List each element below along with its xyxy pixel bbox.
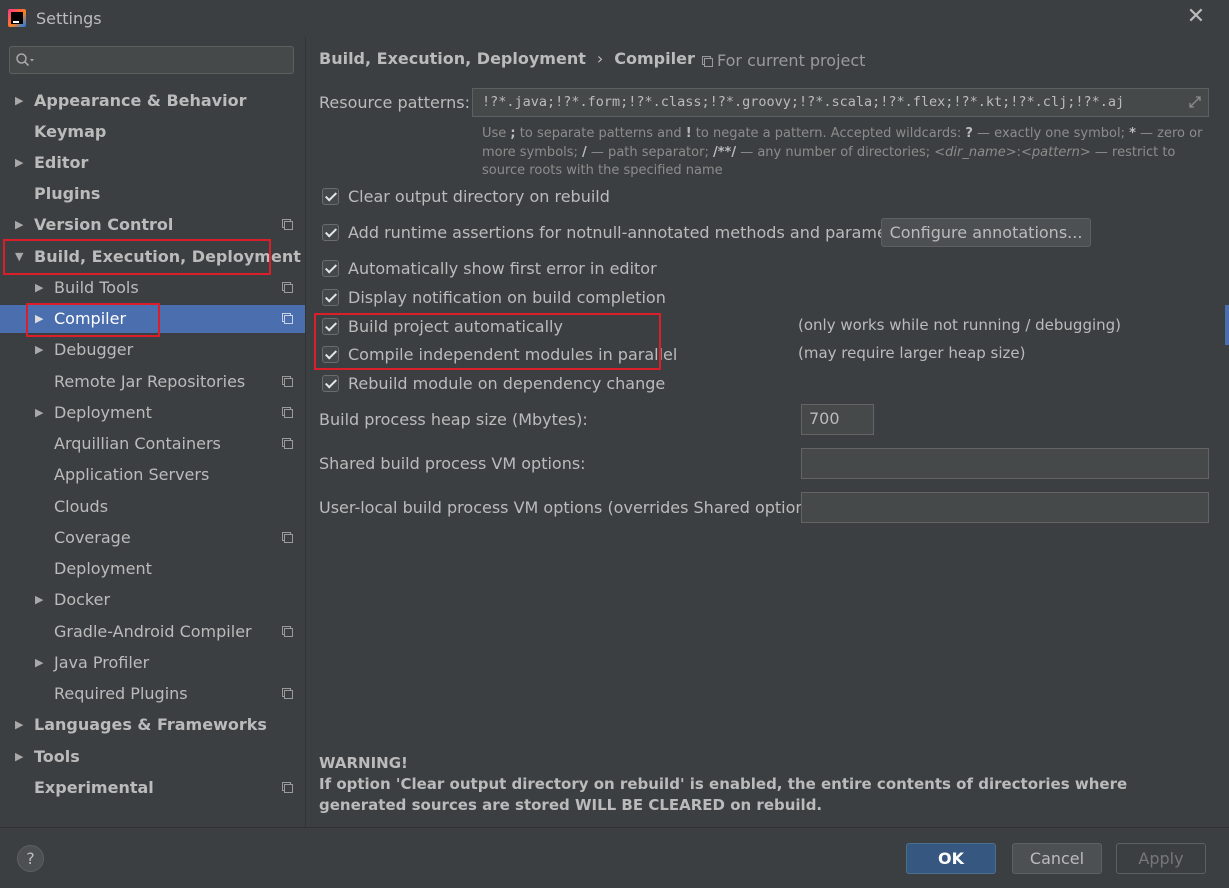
search-input[interactable]: [9, 46, 294, 74]
apply-button[interactable]: Apply: [1116, 843, 1206, 874]
scope-label: For current project: [702, 51, 865, 70]
sidebar-item-languages-frameworks[interactable]: ▶ Languages & Frameworks: [0, 711, 305, 739]
user-vm-options-input[interactable]: [801, 492, 1209, 523]
sidebar-item-arquillian-containers[interactable]: Arquillian Containers: [0, 430, 305, 458]
dialog-footer: ? OK Cancel Apply: [0, 827, 1229, 888]
heap-size-label: Build process heap size (Mbytes):: [319, 410, 588, 429]
project-scope-icon: [282, 407, 293, 418]
project-scope-icon: [282, 438, 293, 449]
chevron-right-icon[interactable]: ▶: [15, 711, 23, 739]
shared-vm-options-label: Shared build process VM options:: [319, 454, 586, 473]
sidebar-item-debugger[interactable]: ▶ Debugger: [0, 336, 305, 364]
configure-annotations-button[interactable]: Configure annotations...: [881, 218, 1091, 247]
checkbox-checked[interactable]: [322, 318, 339, 335]
cancel-button[interactable]: Cancel: [1012, 843, 1102, 874]
heap-size-input[interactable]: 700: [801, 404, 874, 435]
sidebar-item-deployment-2[interactable]: Deployment: [0, 555, 305, 583]
rebuild-on-change-checkbox[interactable]: Rebuild module on dependency change: [322, 373, 665, 395]
ok-button[interactable]: OK: [906, 843, 996, 874]
sidebar-item-keymap[interactable]: Keymap: [0, 118, 305, 146]
sidebar-item-gradle-android-compiler[interactable]: Gradle-Android Compiler: [0, 618, 305, 646]
chevron-right-icon[interactable]: ▶: [35, 399, 43, 427]
project-scope-icon: [282, 219, 293, 230]
clear-output-checkbox[interactable]: Clear output directory on rebuild: [322, 186, 610, 208]
sidebar-item-experimental[interactable]: Experimental: [0, 774, 305, 802]
close-icon[interactable]: ✕: [1185, 6, 1207, 28]
runtime-assertions-checkbox[interactable]: Add runtime assertions for notnull-annot…: [322, 222, 918, 244]
help-icon[interactable]: ?: [17, 845, 44, 872]
chevron-right-icon[interactable]: ▶: [15, 743, 23, 771]
chevron-right-icon[interactable]: ▶: [35, 274, 43, 302]
chevron-right-icon[interactable]: ▶: [35, 336, 43, 364]
sidebar-item-java-profiler[interactable]: ▶ Java Profiler: [0, 649, 305, 677]
project-scope-icon: [702, 56, 713, 67]
project-scope-icon: [282, 313, 293, 324]
breadcrumb-current: Compiler: [614, 49, 695, 68]
checkbox-checked[interactable]: [322, 260, 339, 277]
resource-patterns-hint: Use ; to separate patterns and ! to nega…: [482, 126, 1203, 178]
chevron-right-icon[interactable]: ▶: [15, 149, 23, 177]
sidebar-item-docker[interactable]: ▶ Docker: [0, 586, 305, 614]
chevron-down-icon[interactable]: ▼: [15, 243, 23, 271]
sidebar-item-plugins[interactable]: Plugins: [0, 180, 305, 208]
project-scope-icon: [282, 626, 293, 637]
chevron-right-icon[interactable]: ▶: [15, 87, 23, 115]
sidebar-item-compiler[interactable]: ▶ Compiler: [0, 305, 305, 333]
display-notification-checkbox[interactable]: Display notification on build completion: [322, 287, 666, 309]
sidebar-item-appearance-behavior[interactable]: ▶ Appearance & Behavior: [0, 87, 305, 115]
chevron-right-icon[interactable]: ▶: [35, 305, 43, 333]
sidebar-item-build-execution-deployment[interactable]: ▼ Build, Execution, Deployment: [0, 243, 305, 271]
breadcrumb-separator: ›: [596, 49, 604, 68]
project-scope-icon: [282, 376, 293, 387]
checkbox-checked[interactable]: [322, 346, 339, 363]
settings-sidebar: ▶ Appearance & Behavior Keymap ▶ Editor …: [0, 37, 305, 827]
compiler-settings-panel: Build, Execution, Deployment › Compiler Fo…: [306, 37, 1229, 827]
search-icon: [16, 53, 34, 67]
chevron-right-icon[interactable]: ▶: [35, 586, 43, 614]
warning-message: WARNING! If option 'Clear output directo…: [319, 753, 1219, 816]
chevron-right-icon[interactable]: ▶: [35, 649, 43, 677]
breadcrumb: Build, Execution, Deployment › Compiler: [319, 49, 695, 68]
compile-parallel-checkbox[interactable]: Compile independent modules in parallel: [322, 344, 677, 366]
scroll-indicator: [1225, 305, 1229, 345]
sidebar-item-deployment[interactable]: ▶ Deployment: [0, 399, 305, 427]
shared-vm-options-input[interactable]: [801, 448, 1209, 479]
project-scope-icon: [282, 282, 293, 293]
sidebar-item-tools[interactable]: ▶ Tools: [0, 743, 305, 771]
breadcrumb-parent: Build, Execution, Deployment: [319, 49, 586, 68]
warning-title: WARNING!: [319, 754, 408, 772]
sidebar-item-required-plugins[interactable]: Required Plugins: [0, 680, 305, 708]
title-bar: Settings ✕: [0, 0, 1229, 37]
project-scope-icon: [282, 532, 293, 543]
resource-patterns-input[interactable]: !?*.java;!?*.form;!?*.class;!?*.groovy;!…: [472, 88, 1209, 117]
sidebar-item-coverage[interactable]: Coverage: [0, 524, 305, 552]
checkbox-checked[interactable]: [322, 375, 339, 392]
show-first-error-checkbox[interactable]: Automatically show first error in editor: [322, 258, 657, 280]
project-scope-icon: [282, 688, 293, 699]
project-scope-icon: [282, 782, 293, 793]
checkbox-checked[interactable]: [322, 188, 339, 205]
sidebar-item-editor[interactable]: ▶ Editor: [0, 149, 305, 177]
sidebar-item-application-servers[interactable]: Application Servers: [0, 461, 305, 489]
window-title: Settings: [36, 9, 102, 28]
chevron-right-icon[interactable]: ▶: [15, 211, 23, 239]
checkbox-checked[interactable]: [322, 289, 339, 306]
checkbox-checked[interactable]: [322, 224, 339, 241]
sidebar-item-clouds[interactable]: Clouds: [0, 493, 305, 521]
expand-icon[interactable]: [1188, 95, 1202, 109]
sidebar-item-remote-jar-repositories[interactable]: Remote Jar Repositories: [0, 368, 305, 396]
warning-text: If option 'Clear output directory on reb…: [319, 775, 1128, 814]
sidebar-item-version-control[interactable]: ▶ Version Control: [0, 211, 305, 239]
build-auto-note: (only works while not running / debuggin…: [798, 316, 1122, 334]
build-project-automatically-checkbox[interactable]: Build project automatically: [322, 316, 563, 338]
sidebar-item-build-tools[interactable]: ▶ Build Tools: [0, 274, 305, 302]
user-vm-options-label: User-local build process VM options (ove…: [319, 498, 826, 517]
resource-patterns-label: Resource patterns:: [319, 93, 470, 112]
compile-parallel-note: (may require larger heap size): [798, 344, 1026, 362]
intellij-logo-icon: [8, 9, 26, 27]
